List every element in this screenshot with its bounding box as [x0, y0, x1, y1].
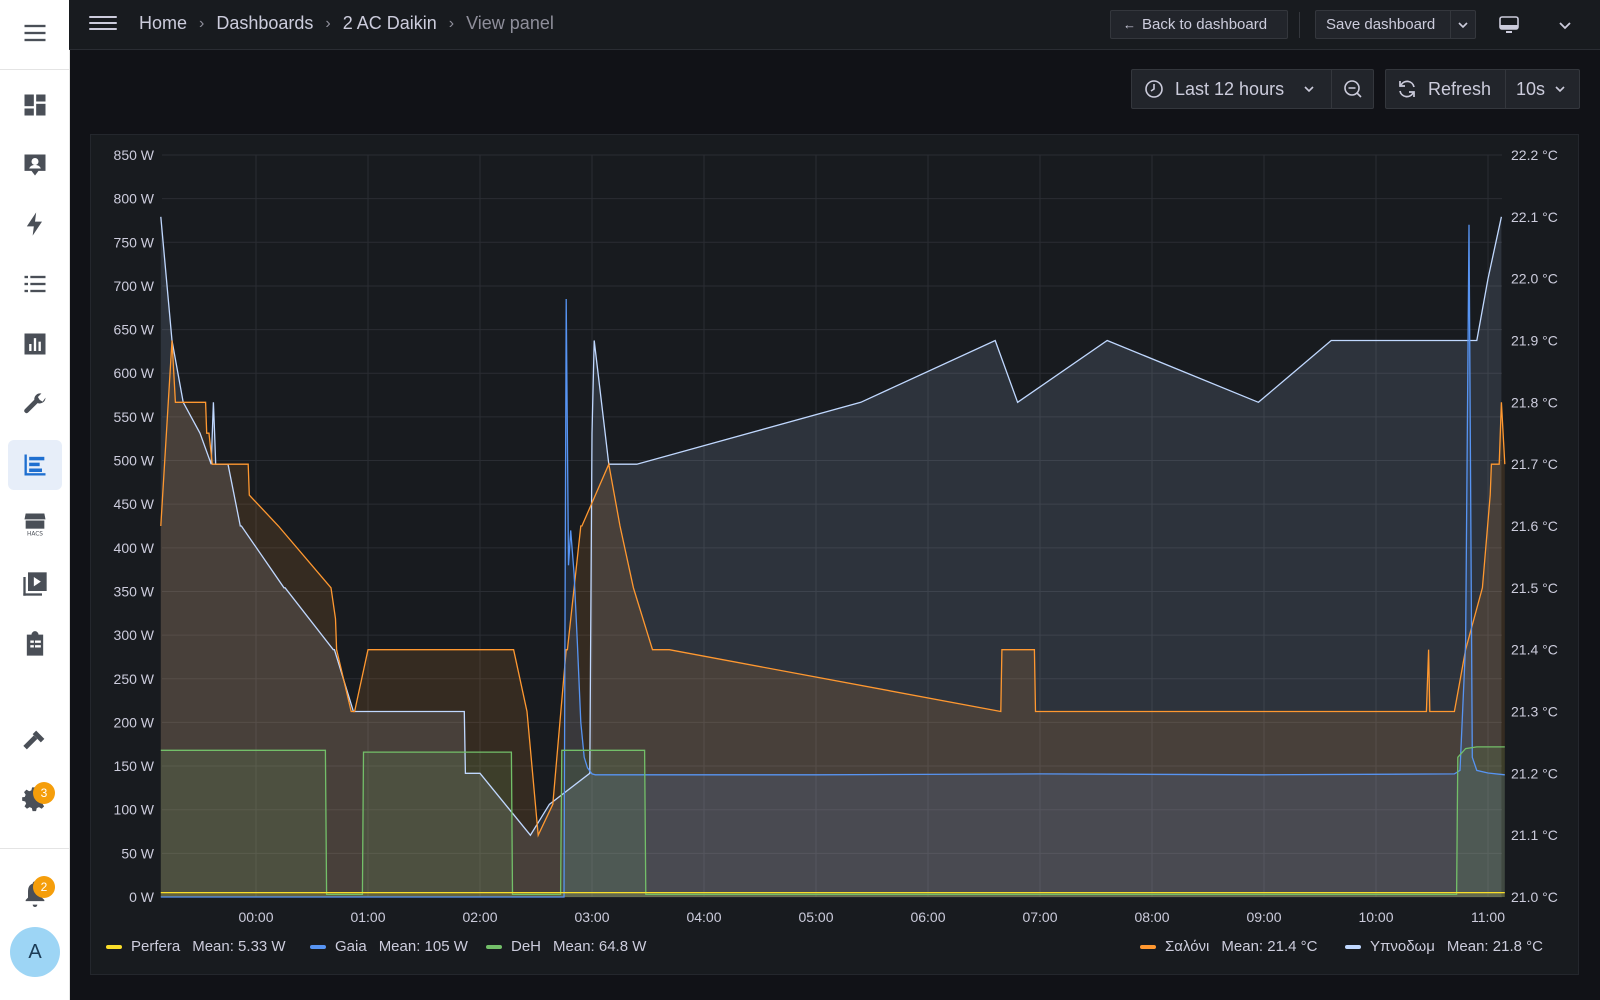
y-axis-left-tick-label: 150 W	[114, 758, 155, 774]
x-axis-tick-label: 07:00	[1022, 909, 1057, 925]
y-axis-right-tick-label: 21.2 °C	[1511, 765, 1558, 781]
legend-swatch	[1140, 944, 1156, 949]
y-axis-left-tick-label: 400 W	[114, 540, 155, 556]
legend-item[interactable]: Υπνοδωμ Mean: 21.8 °C	[1345, 938, 1543, 955]
x-axis-tick-label: 03:00	[574, 909, 609, 925]
y-axis-left-tick-label: 50 W	[121, 845, 154, 861]
y-axis-right-tick-label: 22.0 °C	[1511, 271, 1558, 287]
y-axis-left-tick-label: 250 W	[114, 671, 155, 687]
time-series-chart[interactable]: 0 W 50 W 100 W 150 W 200 W 250 W 300 W 350 W 400…	[0, 0, 1600, 1000]
y-axis-right-tick-label: 21.4 °C	[1511, 642, 1558, 658]
y-axis-left-tick-label: 750 W	[114, 234, 155, 250]
x-axis-tick-label: 10:00	[1358, 909, 1393, 925]
legend-item[interactable]: Gaia Mean: 105 W	[310, 938, 468, 955]
x-axis-tick-label: 08:00	[1134, 909, 1169, 925]
y-axis-right-tick-label: 21.6 °C	[1511, 518, 1558, 534]
legend-item[interactable]: DeH Mean: 64.8 W	[486, 938, 646, 955]
y-axis-left-tick-label: 800 W	[114, 191, 155, 207]
legend-swatch	[106, 944, 122, 949]
y-axis-right-tick-label: 22.1 °C	[1511, 209, 1558, 225]
x-axis-tick-label: 09:00	[1246, 909, 1281, 925]
legend-series-name: Perfera	[131, 938, 181, 955]
y-axis-right-tick-label: 21.3 °C	[1511, 704, 1558, 720]
y-axis-right-tick-label: 21.0 °C	[1511, 889, 1558, 905]
legend-swatch	[1345, 944, 1361, 949]
y-axis-right-tick-label: 21.5 °C	[1511, 580, 1558, 596]
y-axis-right-tick-label: 21.7 °C	[1511, 456, 1558, 472]
x-axis-tick-label: 06:00	[910, 909, 945, 925]
y-axis-left-tick-label: 300 W	[114, 627, 155, 643]
x-axis-tick-label: 00:00	[238, 909, 273, 925]
legend-mean-value: Mean: 21.8 °C	[1446, 938, 1543, 955]
legend-mean-value: Mean: 5.33 W	[192, 938, 286, 955]
x-axis-tick-label: 01:00	[350, 909, 385, 925]
legend-item[interactable]: Σαλόνι Mean: 21.4 °C	[1140, 938, 1317, 955]
legend-swatch	[486, 944, 502, 949]
y-axis-right-tick-label: 22.2 °C	[1511, 147, 1558, 163]
y-axis-left-tick-label: 350 W	[114, 583, 155, 599]
x-axis-tick-label: 11:00	[1471, 909, 1505, 925]
y-axis-left-tick-label: 100 W	[114, 802, 155, 818]
y-axis-left-tick-label: 450 W	[114, 496, 155, 512]
legend-series-name: Σαλόνι	[1165, 938, 1210, 955]
y-axis-left-tick-label: 600 W	[114, 365, 155, 381]
legend-mean-value: Mean: 64.8 W	[553, 938, 647, 955]
legend-mean-value: Mean: 21.4 °C	[1221, 938, 1318, 955]
y-axis-left-tick-label: 200 W	[114, 714, 155, 730]
legend-swatch	[310, 944, 326, 949]
legend-series-name: DeH	[511, 938, 542, 955]
legend-series-name: Υπνοδωμ	[1370, 938, 1435, 955]
y-axis-left-tick-label: 700 W	[114, 278, 155, 294]
x-axis-tick-label: 02:00	[462, 909, 497, 925]
y-axis-right-tick-label: 21.8 °C	[1511, 394, 1558, 410]
y-axis-left-tick-label: 650 W	[114, 322, 155, 338]
legend-series-name: Gaia	[335, 938, 367, 955]
y-axis-right-tick-label: 21.1 °C	[1511, 827, 1558, 843]
x-axis-tick-label: 05:00	[798, 909, 833, 925]
y-axis-left-tick-label: 0 W	[129, 889, 155, 905]
y-axis-right-tick-label: 21.9 °C	[1511, 333, 1558, 349]
y-axis-left-tick-label: 500 W	[114, 453, 155, 469]
legend-mean-value: Mean: 105 W	[378, 938, 468, 955]
y-axis-left-tick-label: 550 W	[114, 409, 155, 425]
y-axis-left-tick-label: 850 W	[114, 147, 155, 163]
chart-legend: Perfera Mean: 5.33 W Gaia Mean: 105 W DeH Mea…	[0, 938, 1600, 962]
legend-item[interactable]: Perfera Mean: 5.33 W	[106, 938, 286, 955]
x-axis-tick-label: 04:00	[686, 909, 721, 925]
